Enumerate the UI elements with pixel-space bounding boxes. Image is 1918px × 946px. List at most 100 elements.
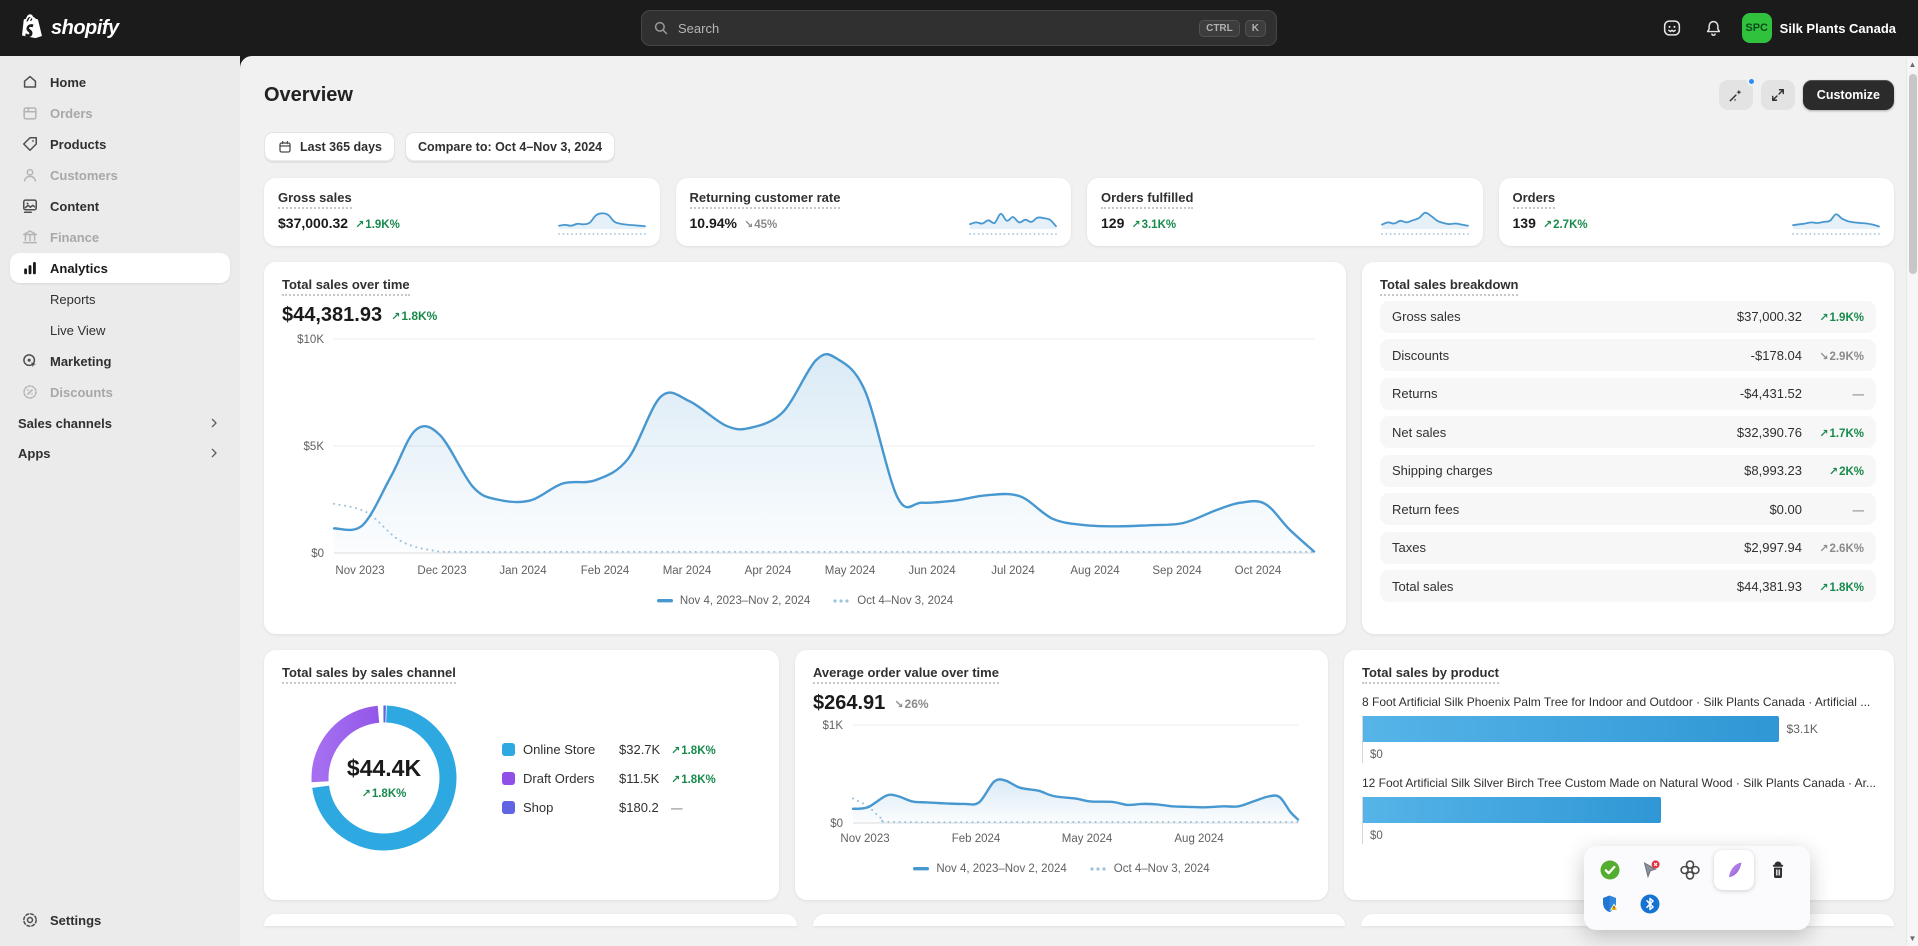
date-range-button[interactable]: Last 365 days	[264, 132, 395, 162]
aov-line-chart: $1K $0	[813, 715, 1310, 833]
channel-value: $11.5K	[619, 770, 660, 786]
metric-title[interactable]: Returning customer rate	[689, 190, 841, 209]
legend-swatch	[502, 800, 515, 814]
marketing-icon	[20, 351, 40, 371]
sidebar-item-label: Discounts	[50, 384, 113, 400]
metric-change-badge: ↘45%	[743, 219, 778, 231]
donut-center-value: $44.4K	[346, 754, 422, 781]
shopify-bag-icon	[18, 14, 44, 42]
check-badge-icon[interactable]	[1598, 858, 1622, 882]
expand-button[interactable]	[1760, 80, 1795, 110]
breakdown-row-net-sales[interactable]: Net sales $32,390.76 ↗1.7K%	[1380, 416, 1876, 448]
sidebar-item-settings[interactable]: Settings	[10, 905, 230, 935]
clover-extension-icon[interactable]	[1678, 858, 1702, 882]
product-item-2: 12 Foot Artificial Silk Silver Birch Tre…	[1362, 776, 1876, 844]
row-label: Total sales	[1392, 578, 1454, 594]
row-label: Gross sales	[1392, 309, 1461, 324]
sidebar-item-live-view[interactable]: Live View	[10, 315, 230, 345]
chart-title[interactable]: Total sales by product	[1362, 665, 1500, 684]
sidebar-item-label: Analytics	[50, 260, 108, 276]
cursor-extension-icon[interactable]	[1638, 858, 1662, 882]
breakdown-row-returns[interactable]: Returns -$4,431.52 —	[1380, 377, 1876, 410]
channel-legend-row-shop: Shop $180.2 —	[502, 800, 716, 815]
section-label: Sales channels	[18, 415, 112, 431]
store-name: Silk Plants Canada	[1779, 20, 1896, 36]
sidebar-section-sales-channels[interactable]: Sales channels	[10, 408, 230, 438]
trash-extension-icon[interactable]	[1766, 858, 1790, 882]
compare-to-button[interactable]: Compare to: Oct 4–Nov 3, 2024	[405, 132, 616, 162]
chart-title[interactable]: Total sales by sales channel	[282, 665, 456, 684]
metric-title[interactable]: Orders fulfilled	[1101, 190, 1194, 209]
x-tick-label: Jan 2024	[499, 565, 547, 577]
metric-value: 10.94%	[689, 215, 737, 231]
sidebar-item-analytics[interactable]: Analytics	[10, 253, 230, 283]
breakdown-row-discounts[interactable]: Discounts -$178.04 ↘2.9K%	[1380, 339, 1876, 371]
row-value: -$178.04	[1750, 347, 1802, 363]
chart-title[interactable]: Total sales breakdown	[1380, 277, 1519, 296]
customize-button[interactable]: Customize	[1802, 80, 1894, 110]
sidebar-section-apps[interactable]: Apps	[10, 438, 230, 468]
product-bar[interactable]	[1363, 716, 1779, 742]
row-label: Return fees	[1392, 501, 1460, 517]
date-range-label: Last 365 days	[300, 140, 382, 154]
store-menu[interactable]: SPC Silk Plants Canada	[1739, 10, 1904, 46]
chevron-right-icon	[206, 445, 222, 461]
chart-title[interactable]: Average order value over time	[813, 665, 999, 684]
scrollbar-thumb[interactable]	[1909, 74, 1917, 274]
page-scrollbar[interactable]: ▲ ▼	[1906, 58, 1918, 946]
x-tick-label: Mar 2024	[662, 565, 712, 577]
channel-value: $32.7K	[619, 741, 661, 757]
breakdown-row-shipping-charges[interactable]: Shipping charges $8,993.23 ↗2K%	[1380, 454, 1876, 487]
sidekick-sparkle-button[interactable]	[1718, 77, 1756, 110]
metric-title[interactable]: Gross sales	[278, 190, 352, 209]
chart-title[interactable]: Total sales over time	[282, 277, 410, 296]
scroll-down-arrow[interactable]: ▼	[1907, 932, 1918, 946]
sidebar-item-products[interactable]: Products	[10, 129, 230, 159]
compare-to-label: Compare to: Oct 4–Nov 3, 2024	[418, 140, 603, 154]
shopify-wordmark: shopify	[51, 16, 119, 39]
legend-item: Nov 4, 2023–Nov 2, 2024	[913, 863, 1067, 875]
store-avatar: SPC	[1741, 13, 1772, 43]
breakdown-row-total-sales[interactable]: Total sales $44,381.93 ↗1.8K%	[1380, 570, 1876, 602]
product-label: 8 Foot Artificial Silk Phoenix Palm Tree…	[1362, 695, 1871, 709]
metric-title[interactable]: Orders	[1512, 190, 1556, 209]
products-icon	[20, 134, 40, 154]
scroll-up-arrow[interactable]: ▲	[1907, 58, 1918, 72]
sidebar-item-label: Orders	[50, 105, 93, 121]
shield-warning-icon[interactable]	[1598, 892, 1622, 916]
total-sales-change-badge: ↗1.8K%	[391, 308, 438, 323]
svg-text:$1K: $1K	[823, 720, 844, 732]
sidebar-item-home[interactable]: Home	[10, 67, 230, 97]
sidebar-item-customers: Customers	[10, 160, 230, 190]
svg-text:$10K: $10K	[297, 334, 324, 346]
total-sales-value: $44,381.93	[282, 304, 383, 326]
metric-card-orders-fulfilled: Orders fulfilled 129 ↗3.1K%	[1087, 178, 1483, 246]
sidebar-item-label: Products	[50, 136, 107, 152]
search-input[interactable]: Search CTRL K	[641, 10, 1277, 46]
shopify-logo[interactable]: shopify	[18, 14, 119, 42]
breakdown-row-return-fees[interactable]: Return fees $0.00 —	[1380, 493, 1876, 525]
row-label: Shipping charges	[1392, 463, 1493, 478]
x-tick-label: May 2024	[824, 565, 876, 577]
row-label: Taxes	[1392, 540, 1426, 555]
feather-extension-icon	[1722, 858, 1746, 882]
bluetooth-icon[interactable]	[1638, 892, 1662, 916]
page-title: Overview	[264, 83, 353, 106]
sidebar-item-content[interactable]: Content	[10, 191, 230, 221]
sidebar-item-marketing[interactable]: Marketing	[10, 346, 230, 376]
channel-legend-row-online-store: Online Store $32.7K ↗1.8K%	[502, 742, 716, 757]
notifications-bell-icon[interactable]	[1697, 12, 1731, 44]
sidebar-item-reports[interactable]: Reports	[10, 284, 230, 314]
donut-center-badge: ↗1.8K%	[361, 787, 407, 800]
breakdown-row-gross-sales[interactable]: Gross sales $37,000.32 ↗1.9K%	[1380, 300, 1876, 333]
legend-item: Nov 4, 2023–Nov 2, 2024	[656, 595, 810, 607]
product-bar-value: $3.1K	[1786, 722, 1818, 736]
x-tick-label: Sep 2024	[1152, 565, 1202, 577]
total-sales-line-chart: $10K $5K $0	[282, 327, 1328, 565]
row-value: $2,997.94	[1744, 540, 1802, 555]
feather-extension-selected[interactable]	[1714, 850, 1754, 890]
x-tick-label: Aug 2024	[1174, 833, 1224, 845]
product-bar[interactable]	[1363, 797, 1661, 823]
breakdown-row-taxes[interactable]: Taxes $2,997.94 ↗2.6K%	[1380, 531, 1876, 564]
sidekick-icon[interactable]	[1655, 12, 1689, 44]
